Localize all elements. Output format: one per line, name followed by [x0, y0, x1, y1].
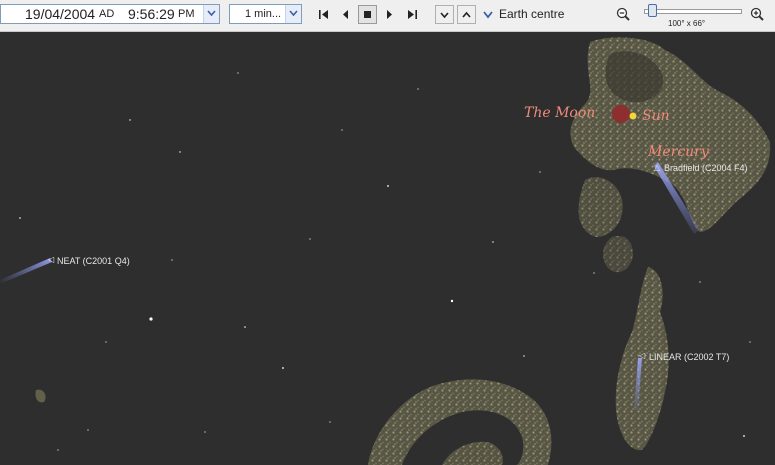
sky-view[interactable]: The Moon Sun Mercury △ Bradfield (C2004 … — [0, 32, 775, 465]
time-value: 9:56:29 — [128, 6, 175, 22]
linear-comet-label[interactable]: LINEAR (C2002 T7) — [649, 352, 729, 362]
look-down-button[interactable] — [435, 5, 454, 24]
chevron-down-icon — [289, 10, 298, 17]
zoom-out-button[interactable] — [615, 6, 632, 23]
milky-way — [35, 37, 771, 465]
zoom-out-icon — [616, 7, 630, 21]
location-label: Earth centre — [499, 7, 565, 21]
chevron-up-icon — [462, 11, 471, 18]
sun-disc — [629, 112, 637, 120]
chevron-down-icon — [207, 10, 216, 17]
look-up-button[interactable] — [457, 5, 476, 24]
step-back-icon — [343, 10, 348, 19]
neat-marker-icon: ◁ — [48, 255, 55, 264]
rewind-fast-icon — [319, 10, 328, 19]
date-value: 19/04/2004 — [25, 6, 96, 22]
step-forward-button[interactable] — [380, 5, 399, 24]
zoom-in-icon — [750, 7, 764, 21]
time-step-select[interactable]: 1 min... — [229, 4, 302, 24]
zoom-slider-track — [644, 9, 742, 14]
ampm-value: PM — [178, 8, 195, 20]
date-field[interactable]: 19/04/2004 AD 9:56:29 PM — [0, 4, 220, 24]
stop-button[interactable] — [358, 5, 377, 24]
moon-disc — [612, 105, 630, 123]
date-dropdown-button[interactable] — [203, 5, 219, 23]
location-selector[interactable]: Earth centre — [481, 5, 576, 24]
linear-marker-icon: ◁ — [639, 351, 646, 360]
era-value: AD — [99, 8, 115, 20]
chevron-down-icon — [483, 11, 493, 19]
zoom-in-button[interactable] — [749, 6, 766, 23]
chevron-down-icon — [440, 12, 449, 19]
forward-fast-icon — [408, 10, 417, 19]
step-forward-icon — [387, 10, 392, 19]
field-of-view-label: 100° x 66° — [668, 19, 706, 28]
forward-fast-button[interactable] — [403, 5, 422, 24]
sun-label[interactable]: Sun — [642, 108, 670, 124]
stop-icon — [364, 11, 371, 18]
rewind-fast-button[interactable] — [314, 5, 333, 24]
moon-label[interactable]: The Moon — [524, 105, 595, 121]
zoom-slider-thumb[interactable] — [648, 4, 658, 17]
neat-comet-tail — [0, 258, 52, 284]
time-step-value: 1 min... — [245, 8, 282, 20]
toolbar: 19/04/2004 AD 9:56:29 PM 1 min... Earth … — [0, 0, 775, 32]
zoom-slider[interactable] — [640, 4, 745, 18]
time-step-dropdown-button[interactable] — [285, 5, 301, 23]
bradfield-marker-icon: △ — [654, 163, 661, 172]
neat-comet-label[interactable]: NEAT (C2001 Q4) — [57, 256, 130, 266]
bradfield-comet-label[interactable]: Bradfield (C2004 F4) — [664, 163, 748, 173]
step-back-button[interactable] — [336, 5, 355, 24]
mercury-label[interactable]: Mercury — [648, 144, 709, 160]
